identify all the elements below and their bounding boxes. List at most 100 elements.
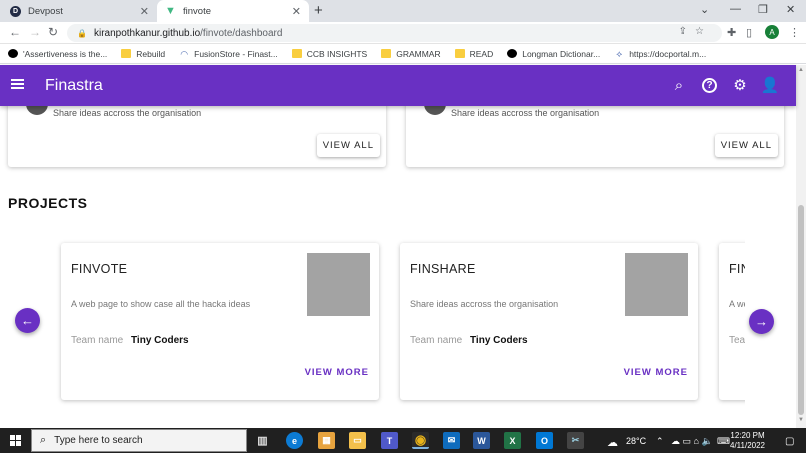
folder-icon bbox=[381, 49, 392, 58]
card-description: Share ideas accross the organisation bbox=[53, 108, 202, 118]
snipping-tool-icon[interactable]: ✂ bbox=[567, 432, 584, 449]
forward-icon[interactable]: → bbox=[29, 25, 41, 39]
file-explorer-icon[interactable]: ▭ bbox=[349, 432, 366, 449]
language-icon[interactable]: ⌨ bbox=[717, 436, 730, 447]
taskbar-search[interactable]: ⌕ Type here to search bbox=[31, 429, 247, 452]
browser-toolbar: ← → ↻ 🔒 kiranpothkanur.github.io/finvote… bbox=[0, 22, 806, 44]
arrow-left-icon: ← bbox=[21, 313, 34, 328]
minimize-icon[interactable]: — bbox=[730, 3, 741, 15]
clock-time: 12:20 PM bbox=[730, 431, 765, 440]
team-name: Tiny Coders bbox=[470, 335, 528, 346]
hamburger-menu-icon[interactable] bbox=[11, 79, 24, 89]
project-thumbnail bbox=[625, 253, 688, 316]
clock-date: 4/11/2022 bbox=[730, 441, 765, 450]
carousel-prev-button[interactable]: ← bbox=[15, 308, 40, 333]
close-tab-icon[interactable]: ✕ bbox=[140, 5, 149, 18]
project-card-finshare: FINSHARE Share ideas accross the organis… bbox=[400, 243, 698, 400]
bookmark-favicon-icon bbox=[8, 49, 18, 58]
windows-start-icon[interactable] bbox=[10, 435, 21, 446]
tab-title: Devpost bbox=[28, 5, 63, 17]
tab-finvote[interactable]: ▼ finvote ✕ bbox=[157, 0, 309, 22]
outlook-icon[interactable]: O bbox=[536, 432, 553, 449]
close-window-icon[interactable]: ✕ bbox=[786, 3, 795, 16]
edge-icon[interactable]: e bbox=[286, 432, 303, 449]
project-thumbnail bbox=[307, 253, 370, 316]
bookmarks-bar: 'Assertiveness is the... Rebuild ◠ Fusion… bbox=[0, 44, 806, 64]
project-title: FINSHARE bbox=[410, 262, 476, 276]
carousel-next-button[interactable]: → bbox=[749, 309, 774, 334]
close-tab-icon[interactable]: ✕ bbox=[292, 5, 301, 18]
folder-icon bbox=[121, 49, 132, 58]
bookmark-item[interactable]: 'Assertiveness is the... bbox=[8, 49, 107, 59]
view-more-button[interactable]: VIEW MORE bbox=[624, 367, 688, 378]
reload-icon[interactable]: ↻ bbox=[48, 25, 58, 39]
tab-search-chevron-icon[interactable]: ⌄ bbox=[700, 3, 709, 16]
task-view-icon[interactable]: ▥ bbox=[254, 432, 271, 449]
bookmark-item[interactable]: Longman Dictionar... bbox=[507, 49, 600, 59]
scroll-thumb[interactable] bbox=[798, 205, 804, 415]
weather-temperature[interactable]: 28°C bbox=[626, 436, 646, 446]
menu-kebab-icon[interactable]: ⋮ bbox=[789, 26, 800, 39]
search-icon: ⌕ bbox=[40, 434, 47, 446]
bookmark-item[interactable]: ◠ FusionStore - Finast... bbox=[179, 49, 278, 60]
view-more-button[interactable]: VIEW MORE bbox=[305, 367, 369, 378]
bookmark-item[interactable]: CCB INSIGHTS bbox=[291, 49, 367, 59]
devpost-favicon-icon: D bbox=[10, 5, 21, 17]
tray-chevron-icon[interactable]: ⌃ bbox=[656, 436, 664, 447]
chrome-icon[interactable]: ◉ bbox=[412, 432, 429, 449]
team-label: Team name bbox=[410, 335, 463, 346]
share-bookmark-icons[interactable]: ⇪☆ bbox=[679, 26, 712, 37]
tab-title: finvote bbox=[183, 5, 211, 17]
url-host: kiranpothkanur.github.io bbox=[93, 27, 201, 39]
account-icon[interactable]: 👤 bbox=[761, 76, 780, 94]
extensions-icon[interactable]: ✚ bbox=[727, 26, 736, 39]
search-icon[interactable]: ⌕ bbox=[670, 76, 688, 94]
arrow-right-icon: → bbox=[755, 314, 768, 329]
excel-icon[interactable]: X bbox=[504, 432, 521, 449]
app-bar: Finastra ⌕ ? ⚙ 👤 bbox=[0, 65, 796, 106]
card-description: Share ideas accross the organisation bbox=[451, 108, 600, 118]
bookmark-favicon-icon bbox=[507, 49, 518, 58]
word-icon[interactable]: W bbox=[473, 432, 490, 449]
bookmark-favicon-icon: ⟡ bbox=[616, 49, 623, 59]
dashboard-content: Share ideas accross the organisation VIE… bbox=[0, 65, 796, 428]
team-name: Tiny Coders bbox=[131, 335, 189, 346]
bookmark-item[interactable]: ⟡ https://docportal.m... bbox=[614, 49, 706, 60]
gear-icon[interactable]: ⚙ bbox=[731, 76, 749, 94]
view-all-button[interactable]: VIEW ALL bbox=[316, 134, 380, 157]
page-scrollbar[interactable]: ▲ ▼ bbox=[796, 65, 806, 428]
address-bar[interactable]: 🔒 kiranpothkanur.github.io/finvote/dashb… bbox=[67, 24, 722, 42]
vue-favicon-icon: ▼ bbox=[165, 5, 176, 17]
mail-icon[interactable]: ✉ bbox=[443, 432, 460, 449]
team-label: Team name bbox=[71, 335, 124, 346]
taskbar-clock[interactable]: 12:20 PM 4/11/2022 bbox=[730, 431, 765, 451]
folder-icon bbox=[291, 49, 302, 58]
taskbar-search-placeholder: Type here to search bbox=[54, 435, 143, 446]
bookmark-item[interactable]: GRAMMAR bbox=[381, 49, 441, 59]
app-title: Finastra bbox=[45, 77, 103, 94]
lock-icon: 🔒 bbox=[77, 28, 87, 38]
scroll-down-icon[interactable]: ▼ bbox=[798, 417, 804, 423]
tab-devpost[interactable]: D Devpost ✕ bbox=[0, 0, 157, 22]
view-all-button[interactable]: VIEW ALL bbox=[714, 134, 778, 157]
bookmark-item[interactable]: READ bbox=[454, 49, 493, 59]
project-title: FINVOTE bbox=[71, 262, 128, 276]
url-path: /finvote/dashboard bbox=[200, 27, 283, 39]
new-tab-button[interactable]: + bbox=[314, 2, 323, 19]
back-icon[interactable]: ← bbox=[9, 25, 21, 39]
teams-icon[interactable]: T bbox=[381, 432, 398, 449]
weather-cloud-icon[interactable]: ☁ bbox=[607, 436, 618, 449]
profile-avatar[interactable]: A bbox=[765, 25, 779, 39]
notifications-icon[interactable]: ▢ bbox=[785, 436, 794, 447]
restore-icon[interactable]: ❐ bbox=[758, 3, 768, 16]
scroll-up-icon[interactable]: ▲ bbox=[798, 67, 804, 73]
help-icon[interactable]: ? bbox=[702, 78, 717, 93]
folder-icon bbox=[454, 49, 465, 58]
browser-tab-strip: D Devpost ✕ ▼ finvote ✕ + ⌄ — ❐ ✕ bbox=[0, 0, 806, 22]
project-description: A web page to show case all the hacka id… bbox=[71, 299, 251, 309]
store-icon[interactable]: ▦ bbox=[318, 432, 335, 449]
project-description: Share ideas accross the organisation bbox=[410, 299, 559, 309]
bookmark-item[interactable]: Rebuild bbox=[121, 49, 165, 59]
tray-apps-icons[interactable]: ☁ ▭ ⌂ 🔈 bbox=[671, 436, 713, 447]
side-panel-icon[interactable]: ▯ bbox=[746, 26, 752, 39]
